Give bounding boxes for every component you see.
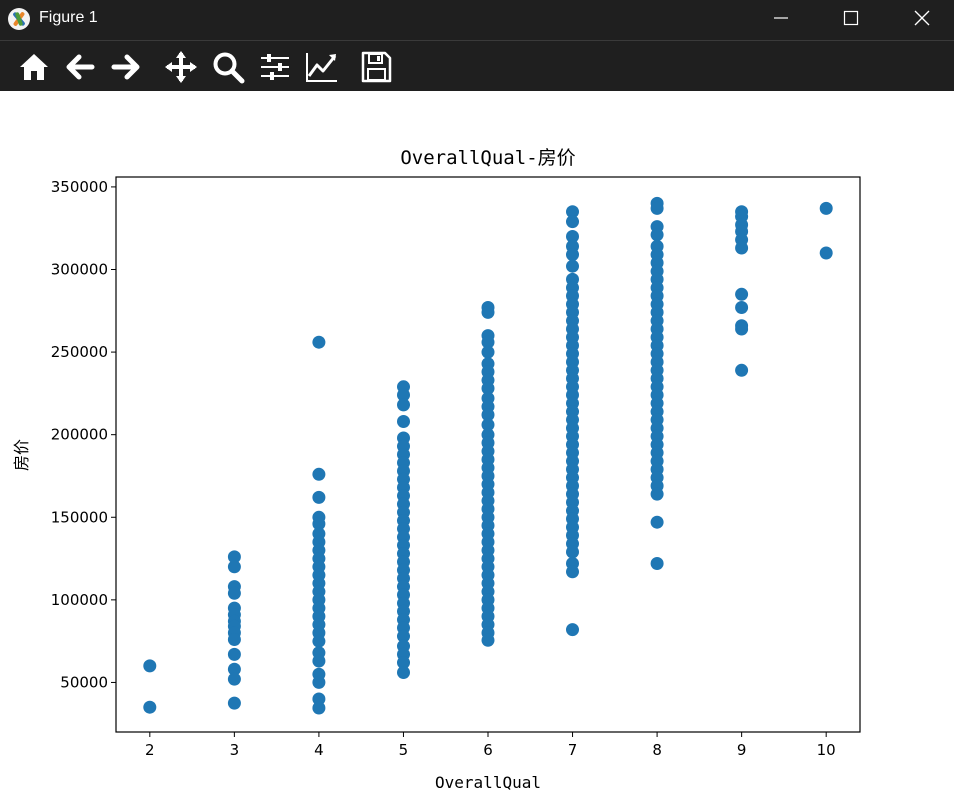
- scatter-point: [481, 345, 495, 359]
- scatter-point: [227, 586, 241, 600]
- scatter-point: [312, 335, 326, 349]
- x-tick-label: 2: [145, 741, 155, 759]
- minimize-icon: [774, 17, 788, 19]
- y-tick-label: 200000: [51, 426, 108, 444]
- scatter-point: [566, 248, 579, 262]
- y-axis-ticks: 50000 100000 150000 200000 250000 300000 35000…: [51, 178, 116, 691]
- x-tick-label: 7: [568, 741, 578, 759]
- scatter-point: [735, 287, 749, 301]
- scatter-chart: OverallQual-房价 2 3 4 5 6 7 8 9 10 50000 100000 150…: [12, 147, 861, 792]
- maximize-icon: [843, 10, 859, 26]
- x-tick-label: 8: [652, 741, 662, 759]
- scatter-point: [566, 623, 579, 637]
- subplots-button[interactable]: [258, 50, 292, 84]
- zoom-button[interactable]: [211, 50, 245, 84]
- scatter-point: [566, 215, 579, 229]
- scatter-point: [312, 675, 326, 689]
- scatter-point: [566, 259, 579, 273]
- x-tick-label: 4: [314, 741, 324, 759]
- scatter-point: [227, 633, 241, 646]
- scatter-point: [312, 490, 326, 504]
- scatter-point: [312, 467, 326, 481]
- sliders-icon: [261, 54, 289, 80]
- x-tick-label: 6: [483, 741, 493, 759]
- y-tick-label: 350000: [51, 178, 108, 196]
- scatter-point: [650, 487, 664, 501]
- scatter-point: [227, 696, 241, 710]
- figure-canvas: OverallQual-房价 2 3 4 5 6 7 8 9 10 50000 100000 150…: [0, 91, 954, 808]
- arrow-left-icon: [66, 54, 95, 80]
- move-icon: [165, 51, 197, 83]
- scatter-point: [735, 241, 749, 255]
- scatter-point: [566, 565, 579, 579]
- pan-button[interactable]: [164, 50, 198, 84]
- arrow-right-icon: [111, 54, 140, 80]
- y-tick-label: 300000: [51, 261, 108, 279]
- scatter-point: [143, 700, 157, 714]
- matplotlib-logo-icon: [8, 8, 30, 30]
- x-axis-label: OverallQual: [435, 773, 541, 792]
- scatter-point: [397, 666, 410, 679]
- scatter-point: [312, 654, 326, 668]
- y-tick-label: 100000: [51, 591, 108, 609]
- scatter-point: [650, 228, 664, 242]
- back-button[interactable]: [63, 50, 97, 84]
- y-tick-label: 250000: [51, 343, 108, 361]
- scatter-point: [312, 701, 326, 715]
- scatter-point: [566, 545, 579, 559]
- save-button[interactable]: [359, 50, 393, 84]
- magnifier-icon: [213, 52, 245, 84]
- x-tick-label: 10: [817, 741, 836, 759]
- scatter-point: [397, 398, 410, 412]
- scatter-points: [143, 196, 833, 715]
- close-button[interactable]: [898, 0, 944, 40]
- scatter-point: [227, 647, 241, 661]
- scatter-point: [227, 560, 241, 574]
- scatter-point: [227, 672, 241, 686]
- y-tick-label: 50000: [60, 673, 108, 691]
- home-button[interactable]: [17, 50, 51, 84]
- forward-button[interactable]: [109, 50, 143, 84]
- scatter-point: [819, 246, 833, 260]
- floppy-disk-icon: [361, 51, 392, 83]
- scatter-point: [819, 201, 833, 215]
- scatter-point: [312, 634, 326, 648]
- window-titlebar: Figure 1: [0, 0, 954, 40]
- window-title: Figure 1: [39, 9, 98, 26]
- minimize-button[interactable]: [757, 0, 803, 40]
- y-tick-label: 150000: [51, 508, 108, 526]
- scatter-point: [481, 633, 495, 647]
- scatter-point: [397, 415, 410, 428]
- x-tick-label: 3: [230, 741, 240, 759]
- home-icon: [20, 54, 48, 80]
- scatter-point: [650, 515, 664, 529]
- navigation-toolbar: [0, 40, 954, 91]
- scatter-point: [143, 659, 157, 673]
- scatter-point: [650, 557, 664, 570]
- scatter-point: [735, 322, 749, 336]
- x-axis-ticks: 2 3 4 5 6 7 8 9 10: [145, 732, 836, 759]
- maximize-button[interactable]: [827, 0, 873, 40]
- scatter-point: [481, 305, 495, 319]
- scatter-point: [735, 301, 749, 314]
- y-axis-label: 房价: [12, 439, 31, 471]
- edit-axis-button[interactable]: [305, 50, 339, 84]
- close-icon: [914, 10, 930, 26]
- x-tick-label: 5: [399, 741, 409, 759]
- chart-title: OverallQual-房价: [400, 147, 575, 169]
- line-chart-icon: [306, 53, 337, 82]
- x-tick-label: 9: [737, 741, 747, 759]
- scatter-point: [735, 363, 749, 377]
- scatter-point: [650, 201, 664, 215]
